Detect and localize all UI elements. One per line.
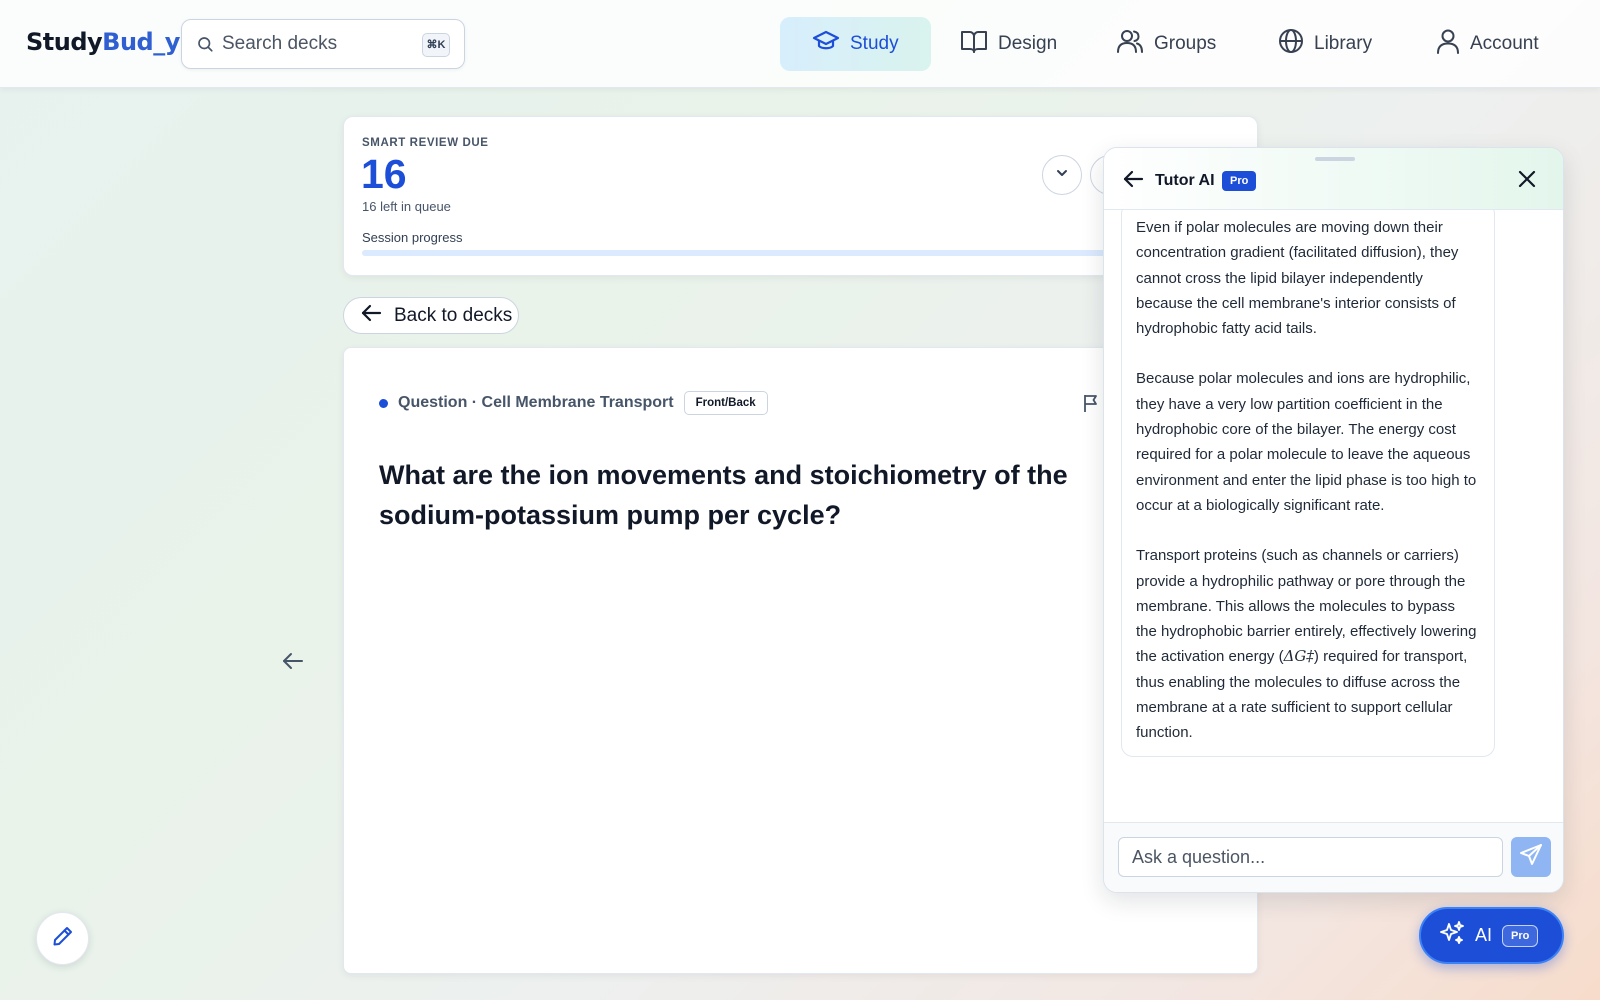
users-icon bbox=[1116, 28, 1144, 60]
ai-pro-badge: Pro bbox=[1502, 924, 1539, 947]
pencil-icon bbox=[52, 925, 74, 952]
back-to-decks-label: Back to decks bbox=[394, 304, 513, 326]
send-icon bbox=[1519, 843, 1543, 872]
activation-energy-symbol: ΔG‡ bbox=[1283, 647, 1314, 666]
tutor-message-paragraph: Because polar molecules and ions are hyd… bbox=[1136, 370, 1477, 514]
close-icon[interactable] bbox=[1517, 169, 1537, 194]
card-question: What are the ion movements and stoichiom… bbox=[379, 460, 1068, 530]
back-to-decks-button[interactable]: Back to decks bbox=[343, 297, 519, 334]
tutor-message-paragraph: Even if polar molecules are moving down … bbox=[1136, 219, 1459, 338]
panel-drag-handle[interactable] bbox=[1315, 157, 1355, 161]
chevron-down-icon bbox=[1055, 166, 1069, 185]
search-shortcut-badge: ⌘K bbox=[422, 33, 450, 57]
search-box[interactable]: ⌘K bbox=[181, 19, 465, 69]
tutor-back-arrow-icon[interactable] bbox=[1122, 169, 1144, 194]
tutor-title: Tutor AI bbox=[1155, 172, 1215, 189]
book-open-icon bbox=[960, 28, 988, 60]
graduation-cap-icon bbox=[812, 29, 840, 59]
app-logo[interactable]: StudyBud_y bbox=[26, 28, 180, 56]
logo-text-suffix: _y bbox=[153, 28, 180, 56]
tutor-conversation[interactable]: Even if polar molecules are moving down … bbox=[1104, 210, 1563, 822]
user-icon bbox=[1436, 28, 1460, 60]
tutor-input-bar bbox=[1104, 822, 1563, 892]
arrow-left-icon bbox=[360, 303, 382, 329]
card-meta: Question · Cell Membrane Transport Front… bbox=[379, 391, 768, 415]
globe-icon bbox=[1278, 28, 1304, 60]
expand-review-button[interactable] bbox=[1042, 155, 1082, 195]
previous-card-arrow-icon[interactable] bbox=[281, 650, 305, 677]
nav-study[interactable]: Study bbox=[780, 17, 931, 71]
smart-review-label: SMART REVIEW DUE bbox=[362, 137, 489, 149]
edit-card-button[interactable] bbox=[36, 912, 89, 965]
review-due-count: 16 bbox=[361, 151, 407, 197]
flag-icon[interactable] bbox=[1082, 393, 1100, 418]
nav-library-label: Library bbox=[1314, 33, 1373, 54]
nav-study-label: Study bbox=[850, 33, 899, 54]
sparkles-icon bbox=[1439, 920, 1465, 951]
ask-question-input[interactable] bbox=[1118, 837, 1503, 877]
nav-design-label: Design bbox=[998, 33, 1058, 54]
ai-button-label: AI bbox=[1475, 925, 1493, 945]
session-progress-label: Session progress bbox=[362, 230, 463, 245]
tutor-message-paragraph: Transport proteins (such as channels or … bbox=[1136, 543, 1480, 745]
status-dot bbox=[379, 398, 388, 408]
nav-account-label: Account bbox=[1470, 33, 1539, 54]
nav-account[interactable]: Account bbox=[1428, 17, 1547, 71]
nav-library[interactable]: Library bbox=[1270, 17, 1380, 71]
card-deck-label: Question · Cell Membrane Transport bbox=[398, 394, 674, 411]
nav-groups[interactable]: Groups bbox=[1108, 17, 1224, 71]
logo-text-bud: Bud bbox=[102, 28, 154, 56]
search-input[interactable] bbox=[222, 30, 402, 58]
nav-design[interactable]: Design bbox=[952, 17, 1065, 71]
tutor-pro-badge: Pro bbox=[1222, 171, 1257, 191]
search-icon bbox=[196, 35, 214, 58]
top-nav-bar: StudyBud_y ⌘K Study Design Groups Librar… bbox=[0, 0, 1600, 88]
send-button[interactable] bbox=[1511, 837, 1551, 877]
nav-groups-label: Groups bbox=[1154, 33, 1217, 54]
tutor-ai-panel: Tutor AI Pro Even if polar molecules are… bbox=[1103, 147, 1564, 893]
logo-text-study: Study bbox=[26, 28, 103, 56]
queue-remaining-text: 16 left in queue bbox=[362, 199, 451, 214]
card-type-chip: Front/Back bbox=[683, 391, 768, 415]
ai-assistant-button[interactable]: AI Pro bbox=[1419, 907, 1564, 964]
tutor-message: Even if polar molecules are moving down … bbox=[1121, 210, 1495, 757]
tutor-panel-header: Tutor AI Pro bbox=[1104, 148, 1563, 210]
